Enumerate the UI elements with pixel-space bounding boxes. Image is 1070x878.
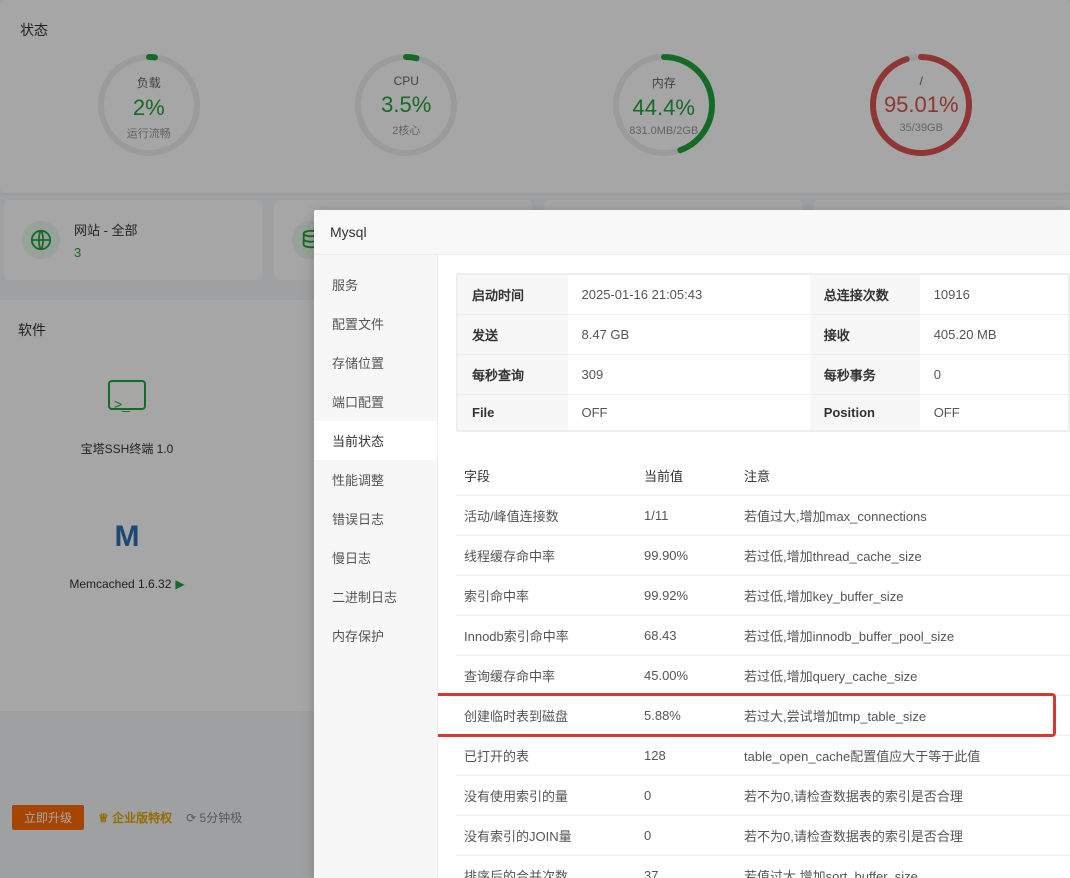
sidebar-item-5[interactable]: 性能调整 <box>314 460 437 499</box>
modal-title: Mysql <box>314 210 1070 255</box>
perf-field: 排序后的合并次数 <box>456 856 636 878</box>
info-key: File <box>458 395 568 431</box>
sidebar-item-8[interactable]: 二进制日志 <box>314 577 437 616</box>
perf-row: 创建临时表到磁盘 5.88% 若过大,尝试增加tmp_table_size <box>456 696 1070 736</box>
perf-row: 活动/峰值连接数 1/11 若值过大,增加max_connections <box>456 496 1070 536</box>
sidebar-item-1[interactable]: 配置文件 <box>314 304 437 343</box>
info-key: 总连接次数 <box>810 275 920 315</box>
mysql-modal: Mysql 服务配置文件存储位置端口配置当前状态性能调整错误日志慢日志二进制日志… <box>314 210 1070 878</box>
perf-value: 1/11 <box>636 496 736 536</box>
perf-row: 没有使用索引的量 0 若不为0,请检查数据表的索引是否合理 <box>456 776 1070 816</box>
perf-value: 99.92% <box>636 576 736 616</box>
perf-value: 99.90% <box>636 536 736 576</box>
info-key: 每秒查询 <box>458 355 568 395</box>
info-table-wrap: 启动时间 2025-01-16 21:05:43 总连接次数 10916发送 8… <box>456 273 1070 432</box>
info-val: 8.47 GB <box>568 315 810 355</box>
perf-note: 若值过大,增加max_connections <box>736 496 1070 536</box>
info-row: 每秒查询 309 每秒事务 0 <box>458 355 1069 395</box>
perf-note: 若过低,增加query_cache_size <box>736 656 1070 696</box>
perf-value: 128 <box>636 736 736 776</box>
info-key: 启动时间 <box>458 275 568 315</box>
info-row: File OFF Position OFF <box>458 395 1069 431</box>
sidebar-item-6[interactable]: 错误日志 <box>314 499 437 538</box>
sidebar-item-3[interactable]: 端口配置 <box>314 382 437 421</box>
perf-field: 活动/峰值连接数 <box>456 496 636 536</box>
perf-field: 查询缓存命中率 <box>456 656 636 696</box>
perf-note: 若不为0,请检查数据表的索引是否合理 <box>736 816 1070 856</box>
sidebar-item-0[interactable]: 服务 <box>314 265 437 304</box>
info-val: 405.20 MB <box>920 315 1069 355</box>
modal-content: 启动时间 2025-01-16 21:05:43 总连接次数 10916发送 8… <box>438 255 1070 878</box>
perf-note: 若过大,尝试增加tmp_table_size <box>736 696 1070 736</box>
perf-row: 没有索引的JOIN量 0 若不为0,请检查数据表的索引是否合理 <box>456 816 1070 856</box>
perf-row: 线程缓存命中率 99.90% 若过低,增加thread_cache_size <box>456 536 1070 576</box>
info-key: 发送 <box>458 315 568 355</box>
perf-note: 若过低,增加innodb_buffer_pool_size <box>736 616 1070 656</box>
perf-note: 若不为0,请检查数据表的索引是否合理 <box>736 776 1070 816</box>
perf-field: 索引命中率 <box>456 576 636 616</box>
perf-value: 5.88% <box>636 696 736 736</box>
perf-table-wrap: 字段 当前值 注意活动/峰值连接数 1/11 若值过大,增加max_connec… <box>456 456 1070 878</box>
info-row: 启动时间 2025-01-16 21:05:43 总连接次数 10916 <box>458 275 1069 315</box>
sidebar-item-9[interactable]: 内存保护 <box>314 616 437 655</box>
info-key: 每秒事务 <box>810 355 920 395</box>
info-key: Position <box>810 395 920 431</box>
perf-field: Innodb索引命中率 <box>456 616 636 656</box>
perf-value: 45.00% <box>636 656 736 696</box>
info-val: OFF <box>568 395 810 431</box>
perf-row: 排序后的合并次数 37 若值过大,增加sort_buffer_size <box>456 856 1070 878</box>
perf-value: 0 <box>636 776 736 816</box>
perf-note: 若值过大,增加sort_buffer_size <box>736 856 1070 878</box>
perf-row: 已打开的表 128 table_open_cache配置值应大于等于此值 <box>456 736 1070 776</box>
perf-note: table_open_cache配置值应大于等于此值 <box>736 736 1070 776</box>
info-val: 309 <box>568 355 810 395</box>
perf-note: 若过低,增加thread_cache_size <box>736 536 1070 576</box>
perf-h-note: 注意 <box>736 456 1070 496</box>
perf-h-value: 当前值 <box>636 456 736 496</box>
info-val: 10916 <box>920 275 1069 315</box>
info-val: 0 <box>920 355 1069 395</box>
info-row: 发送 8.47 GB 接收 405.20 MB <box>458 315 1069 355</box>
perf-row: Innodb索引命中率 68.43 若过低,增加innodb_buffer_po… <box>456 616 1070 656</box>
perf-value: 68.43 <box>636 616 736 656</box>
info-val: 2025-01-16 21:05:43 <box>568 275 810 315</box>
perf-field: 线程缓存命中率 <box>456 536 636 576</box>
info-key: 接收 <box>810 315 920 355</box>
perf-row: 查询缓存命中率 45.00% 若过低,增加query_cache_size <box>456 656 1070 696</box>
perf-row: 索引命中率 99.92% 若过低,增加key_buffer_size <box>456 576 1070 616</box>
info-table: 启动时间 2025-01-16 21:05:43 总连接次数 10916发送 8… <box>457 274 1069 431</box>
perf-field: 没有索引的JOIN量 <box>456 816 636 856</box>
perf-table: 字段 当前值 注意活动/峰值连接数 1/11 若值过大,增加max_connec… <box>456 456 1070 878</box>
perf-h-field: 字段 <box>456 456 636 496</box>
modal-sidebar: 服务配置文件存储位置端口配置当前状态性能调整错误日志慢日志二进制日志内存保护 <box>314 255 438 878</box>
sidebar-item-7[interactable]: 慢日志 <box>314 538 437 577</box>
perf-field: 创建临时表到磁盘 <box>456 696 636 736</box>
perf-value: 37 <box>636 856 736 878</box>
perf-field: 已打开的表 <box>456 736 636 776</box>
perf-note: 若过低,增加key_buffer_size <box>736 576 1070 616</box>
perf-value: 0 <box>636 816 736 856</box>
sidebar-item-4[interactable]: 当前状态 <box>314 421 437 460</box>
info-val: OFF <box>920 395 1069 431</box>
perf-field: 没有使用索引的量 <box>456 776 636 816</box>
sidebar-item-2[interactable]: 存储位置 <box>314 343 437 382</box>
